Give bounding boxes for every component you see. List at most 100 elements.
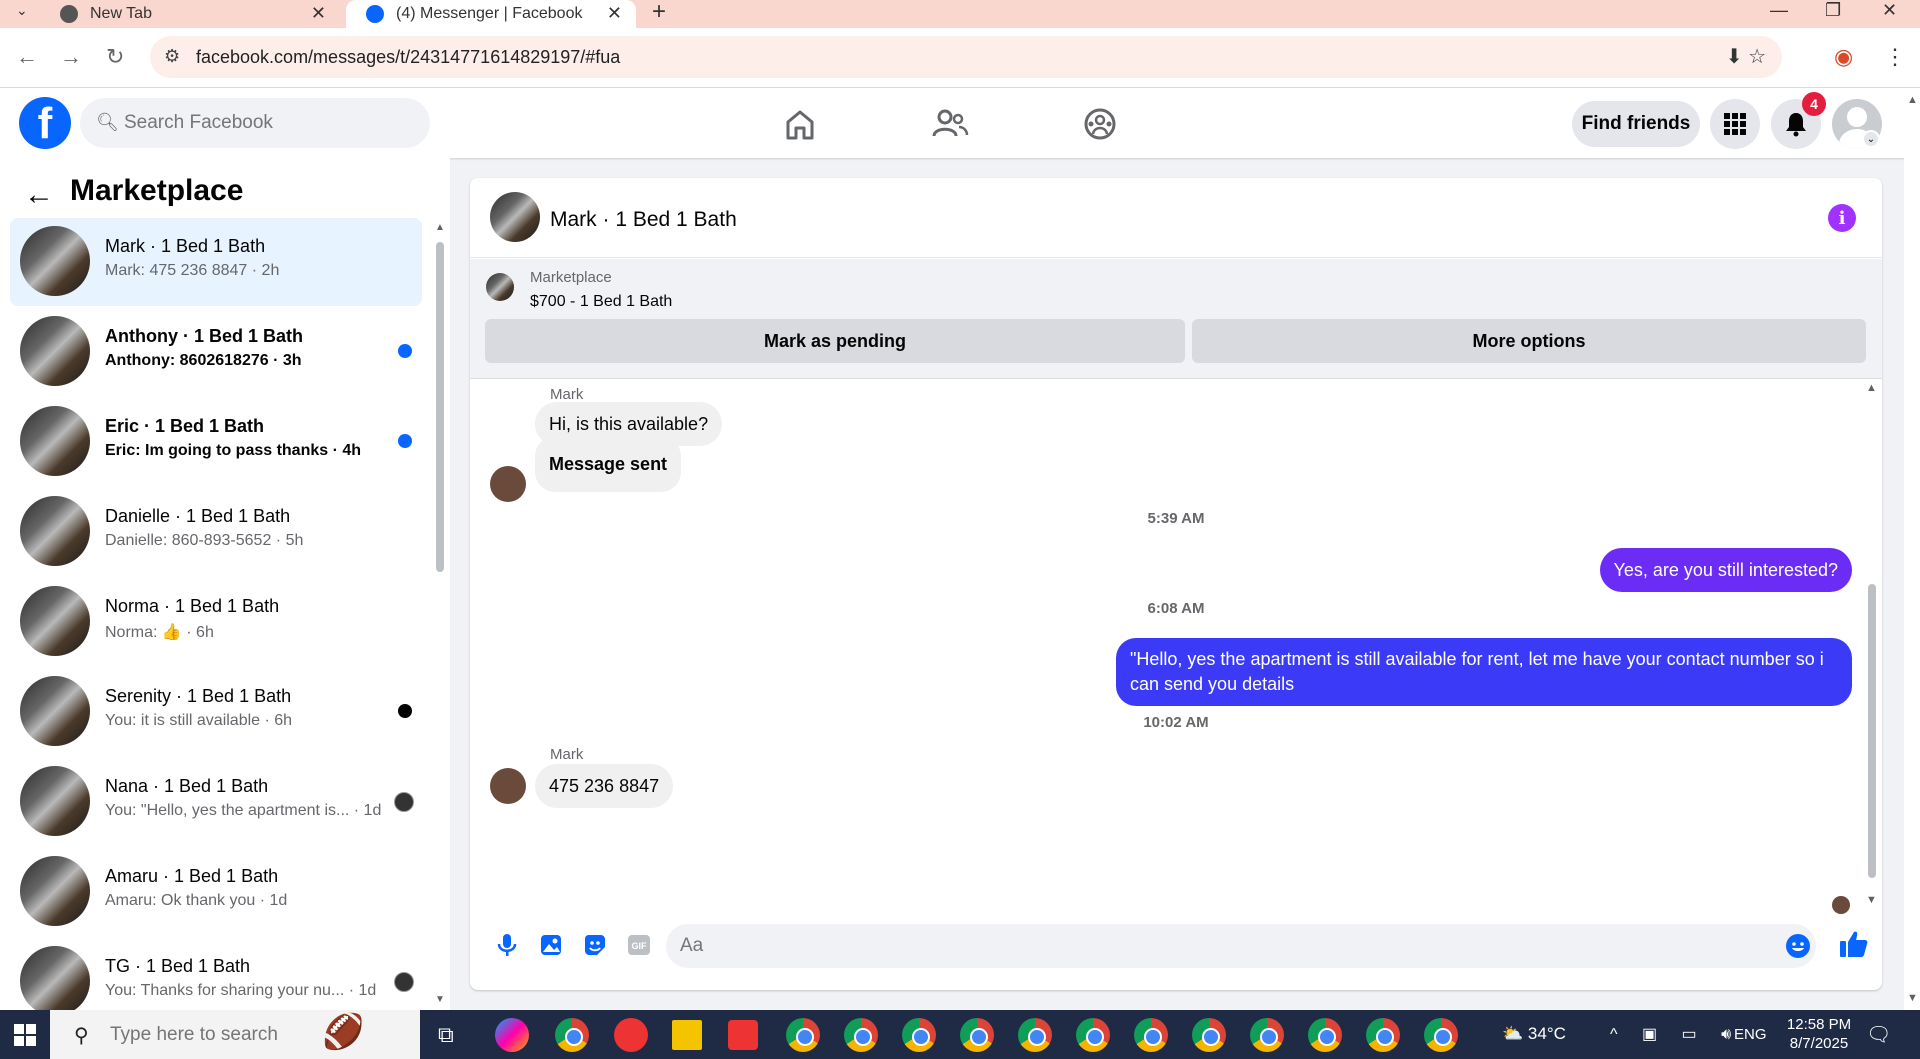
contact-name[interactable]: Mark · 1 Bed 1 Bath xyxy=(550,208,737,232)
chrome-icon[interactable] xyxy=(1134,1018,1168,1052)
scrollbar-thumb[interactable] xyxy=(436,242,444,572)
chrome-icon[interactable] xyxy=(1018,1018,1052,1052)
sticky-notes-icon[interactable] xyxy=(672,1020,702,1050)
microphone-icon[interactable] xyxy=(494,932,520,958)
home-icon[interactable] xyxy=(780,104,820,144)
profile-icon[interactable]: ◉ xyxy=(1834,44,1853,70)
reload-icon[interactable]: ↻ xyxy=(106,44,124,70)
more-options-button[interactable]: More options xyxy=(1192,319,1866,363)
search-input[interactable] xyxy=(124,98,414,148)
chrome-icon[interactable] xyxy=(786,1018,820,1052)
system-clock[interactable]: 12:58 PM 8/7/2025 xyxy=(1784,1015,1854,1053)
chrome-icon[interactable] xyxy=(555,1018,589,1052)
tab-search-icon[interactable]: ⌄ xyxy=(16,2,28,19)
facebook-logo[interactable]: f xyxy=(19,97,71,149)
conversation-item[interactable]: TG · 1 Bed 1 Bath You: Thanks for sharin… xyxy=(10,938,422,1010)
sticker-icon[interactable] xyxy=(582,932,608,958)
conversation-item[interactable]: Mark · 1 Bed 1 Bath Mark: 475 236 8847 ·… xyxy=(10,218,422,306)
info-icon[interactable]: i xyxy=(1828,204,1856,232)
close-icon[interactable]: ✕ xyxy=(607,3,622,24)
sidebar-scrollbar[interactable]: ▲ ▼ xyxy=(434,218,446,1010)
friends-icon[interactable] xyxy=(930,104,970,144)
sender-avatar[interactable] xyxy=(490,466,526,502)
message-bubble[interactable]: "Hello, yes the apartment is still avail… xyxy=(1116,638,1852,706)
scroll-up-icon[interactable]: ▲ xyxy=(435,222,445,233)
emoji-icon[interactable] xyxy=(1786,934,1810,958)
back-arrow-icon[interactable]: ← xyxy=(24,178,54,212)
message-bubble[interactable]: 475 236 8847 xyxy=(535,764,674,808)
restore-icon[interactable]: ❐ xyxy=(1825,0,1841,21)
mark-as-pending-button[interactable]: Mark as pending xyxy=(485,319,1185,363)
conversation-preview: You: "Hello, yes the apartment is... · 1… xyxy=(105,802,382,819)
new-tab-icon[interactable]: + xyxy=(652,0,666,26)
message-bubble[interactable]: Message sent xyxy=(535,436,682,492)
conversation-item[interactable]: Amaru · 1 Bed 1 Bath Amaru: Ok thank you… xyxy=(10,848,422,936)
listing-thumbnail[interactable] xyxy=(486,273,514,301)
scroll-down-icon[interactable]: ▼ xyxy=(435,994,445,1005)
facebook-search[interactable]: 🔍︎ xyxy=(80,98,430,148)
minimize-icon[interactable]: — xyxy=(1770,0,1788,21)
conversation-item[interactable]: Anthony · 1 Bed 1 Bath Anthony: 86026182… xyxy=(10,308,422,396)
chrome-icon[interactable] xyxy=(1076,1018,1110,1052)
system-tray-icons[interactable]: ^ ▣ ▭ 🔊︎ xyxy=(1610,1024,1741,1044)
facebook-header: f 🔍︎ Find friends 4 ⌄ xyxy=(0,88,1920,158)
app-icon[interactable] xyxy=(614,1018,648,1052)
groups-icon[interactable] xyxy=(1080,104,1120,144)
scroll-down-icon[interactable]: ▼ xyxy=(1866,894,1877,906)
chrome-icon[interactable] xyxy=(1250,1018,1284,1052)
conversation-item[interactable]: Serenity · 1 Bed 1 Bath You: it is still… xyxy=(10,668,422,756)
windows-start-button[interactable] xyxy=(0,1010,50,1059)
language-indicator[interactable]: ENG xyxy=(1734,1026,1767,1043)
conversation-item[interactable]: Eric · 1 Bed 1 Bath Eric: Im going to pa… xyxy=(10,398,422,486)
windows-taskbar: ⚲ 🏈 ⧉ ⛅ 34°C ^ ▣ ▭ 🔊︎ ENG 12:58 PM 8/7/2… xyxy=(0,1010,1920,1059)
chat-scrollbar[interactable]: ▲ ▼ xyxy=(1866,380,1878,910)
url-field[interactable]: ⚙ facebook.com/messages/t/24314771614829… xyxy=(150,36,1782,78)
chrome-icon[interactable] xyxy=(1366,1018,1400,1052)
scrollbar-thumb[interactable] xyxy=(1868,584,1876,878)
notification-center-icon[interactable]: 🗨 xyxy=(1866,1022,1891,1047)
scroll-down-icon[interactable]: ▼ xyxy=(1907,992,1918,1004)
sender-name: Mark xyxy=(550,746,584,763)
listing-price[interactable]: $700 - 1 Bed 1 Bath xyxy=(530,293,672,311)
chrome-icon[interactable] xyxy=(960,1018,994,1052)
menu-dots-icon[interactable]: ⋮ xyxy=(1884,44,1906,70)
site-info-icon[interactable]: ⚙ xyxy=(164,46,180,67)
window-close-icon[interactable]: ✕ xyxy=(1882,0,1897,21)
sidebar-title: Marketplace xyxy=(70,174,244,207)
anydesk-icon[interactable] xyxy=(728,1020,758,1050)
menu-grid-button[interactable] xyxy=(1710,99,1760,149)
chrome-icon[interactable] xyxy=(1192,1018,1226,1052)
page-scrollbar[interactable]: ▲ ▼ xyxy=(1904,88,1920,1010)
conversation-item[interactable]: Norma · 1 Bed 1 Bath Norma: 👍 · 6h xyxy=(10,578,422,666)
chevron-down-icon[interactable]: ⌄ xyxy=(1862,130,1880,148)
chrome-icon[interactable] xyxy=(1308,1018,1342,1052)
forward-arrow-icon[interactable]: → xyxy=(60,44,82,70)
image-icon[interactable] xyxy=(538,932,564,958)
chrome-icon[interactable] xyxy=(902,1018,936,1052)
conversation-item[interactable]: Nana · 1 Bed 1 Bath You: "Hello, yes the… xyxy=(10,758,422,846)
listing-thumbnail xyxy=(20,316,90,386)
chrome-icon[interactable] xyxy=(844,1018,878,1052)
close-icon[interactable]: ✕ xyxy=(311,3,326,24)
find-friends-button[interactable]: Find friends xyxy=(1572,101,1700,147)
task-view-icon[interactable]: ⧉ xyxy=(438,1022,454,1048)
weather-widget[interactable]: ⛅ 34°C xyxy=(1502,1024,1566,1044)
listing-thumbnail xyxy=(20,766,90,836)
sender-avatar[interactable] xyxy=(490,768,526,804)
tab-new-tab[interactable]: New Tab ✕ xyxy=(40,0,340,28)
tab-messenger[interactable]: (4) Messenger | Facebook ✕ xyxy=(346,0,636,28)
thumbs-up-icon[interactable] xyxy=(1838,928,1870,960)
svg-text:GIF: GIF xyxy=(632,941,648,951)
gif-icon[interactable]: GIF xyxy=(626,932,652,958)
message-input[interactable] xyxy=(666,924,1816,968)
scroll-up-icon[interactable]: ▲ xyxy=(1866,382,1877,394)
taskbar-search[interactable]: ⚲ 🏈 xyxy=(50,1010,420,1059)
bookmark-star-icon[interactable]: ⬇ ☆ xyxy=(1726,44,1766,69)
copilot-icon[interactable] xyxy=(495,1018,529,1052)
message-bubble[interactable]: Yes, are you still interested? xyxy=(1599,548,1852,592)
contact-avatar[interactable] xyxy=(490,192,540,242)
conversation-item[interactable]: Danielle · 1 Bed 1 Bath Danielle: 860-89… xyxy=(10,488,422,576)
back-arrow-icon[interactable]: ← xyxy=(16,44,38,70)
chrome-icon[interactable] xyxy=(1424,1018,1458,1052)
scroll-up-icon[interactable]: ▲ xyxy=(1907,94,1918,106)
